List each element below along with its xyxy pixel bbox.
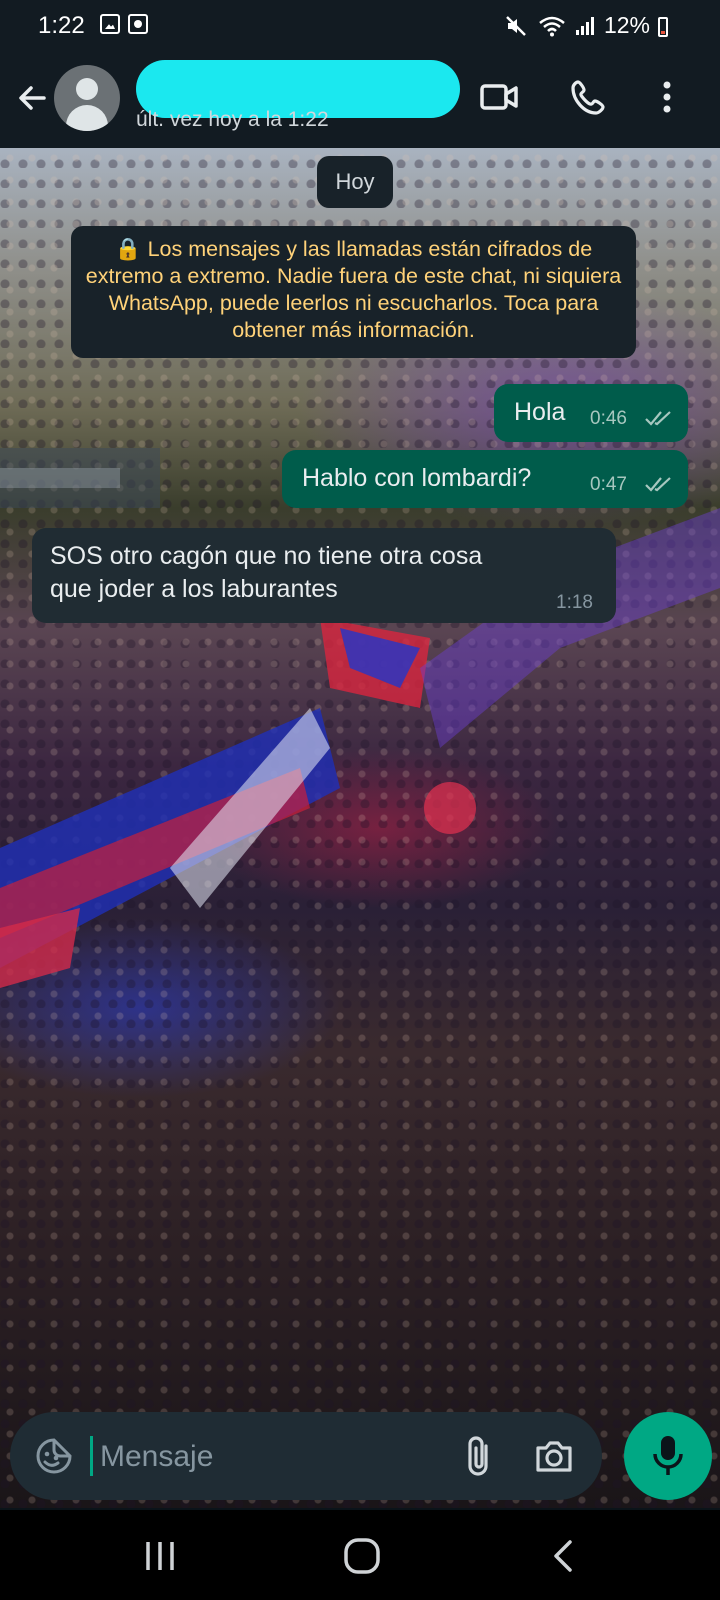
phone-icon[interactable] (566, 74, 612, 120)
last-seen-status: últ. vez hoy a la 1:22 (136, 108, 329, 131)
chat-header: últ. vez hoy a la 1:22 (0, 52, 720, 148)
status-right: 12% (504, 12, 668, 39)
text-caret (90, 1436, 93, 1476)
message-time: 1:18 (556, 592, 593, 613)
battery-text: 12% (603, 12, 650, 38)
date-pill: Hoy (317, 156, 393, 208)
wifi-icon (539, 16, 565, 36)
message-text-line-2: que joder a los laburantes (50, 575, 338, 603)
status-time: 1:22 (38, 12, 85, 39)
double-check-read-icon (645, 411, 671, 426)
message-composer (10, 1412, 602, 1500)
double-check-read-icon (645, 477, 671, 492)
message-input[interactable] (98, 1432, 442, 1482)
more-vert-icon[interactable] (654, 74, 680, 120)
message-text: Hablo con lombardi? (302, 464, 532, 492)
system-navigation-bar (0, 1510, 720, 1600)
message-time: 0:47 (590, 474, 627, 495)
status-bar: 1:22 12% (0, 0, 720, 52)
recent-apps-icon[interactable] (140, 1538, 180, 1574)
encryption-notice[interactable]: 🔒 Los mensajes y las llamadas están cifr… (71, 226, 636, 358)
arrow-left-icon[interactable] (14, 80, 50, 116)
message-bubble-outgoing[interactable]: Hablo con lombardi? 0:47 (282, 450, 688, 508)
gallery-notification-icon (100, 14, 120, 34)
signal-icon (575, 16, 594, 35)
battery-icon (658, 17, 668, 37)
message-text-line-1: SOS otro cagón que no tiene otra cosa (50, 542, 483, 570)
message-bubble-outgoing[interactable]: Hola 0:46 (494, 384, 688, 442)
notification-icons (100, 14, 148, 34)
camera-icon[interactable] (532, 1436, 576, 1476)
message-text: Hola (514, 398, 566, 426)
microphone-icon (653, 1436, 683, 1475)
microphone-button[interactable] (624, 1412, 712, 1500)
home-icon[interactable] (342, 1538, 382, 1574)
mute-icon (506, 15, 526, 36)
screen-record-notification-icon (128, 14, 148, 34)
message-bubble-incoming[interactable]: SOS otro cagón que no tiene otra cosa qu… (32, 528, 616, 623)
video-call-icon[interactable] (476, 74, 522, 120)
back-icon[interactable] (544, 1538, 584, 1574)
avatar[interactable] (54, 65, 120, 131)
message-time: 0:46 (590, 408, 627, 429)
emoji-sticker-icon[interactable] (32, 1434, 76, 1478)
attach-clip-icon[interactable] (460, 1432, 500, 1480)
